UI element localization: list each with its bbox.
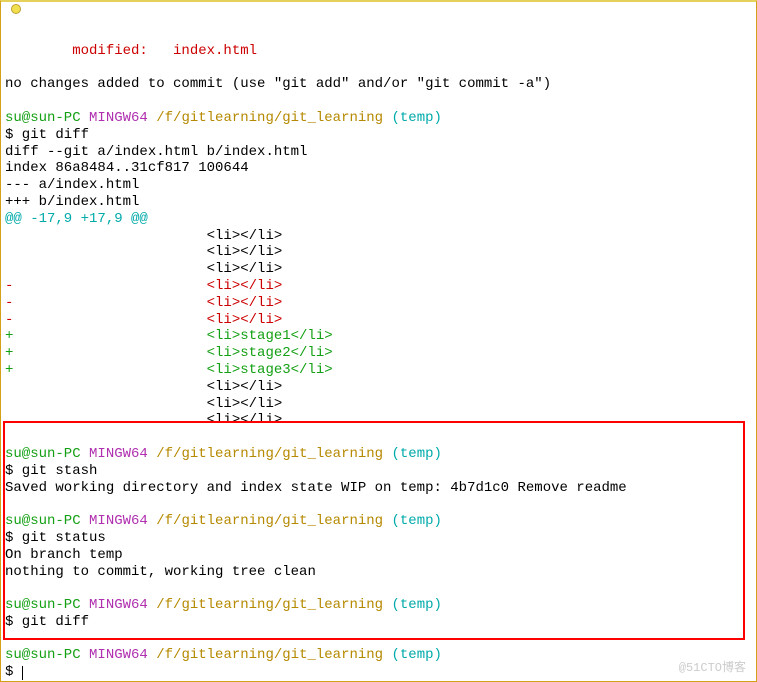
- add-line: + <li>stage1</li>: [5, 328, 333, 344]
- watermark: @51CTO博客: [679, 661, 746, 675]
- prompt-host: MINGW64: [81, 597, 148, 613]
- del-line: - <li></li>: [5, 312, 282, 328]
- add-line: + <li>stage2</li>: [5, 345, 333, 361]
- ctx: <li></li>: [5, 412, 282, 428]
- prompt-branch: (temp): [383, 597, 442, 613]
- prompt-user: su@sun-PC: [5, 513, 81, 529]
- cmd-git-stash: $ git stash: [5, 463, 97, 479]
- stash-output: Saved working directory and index state …: [5, 480, 627, 496]
- diff-file-hdr: diff --git a/index.html b/index.html: [5, 144, 307, 160]
- cursor[interactable]: [22, 666, 23, 680]
- ctx: <li></li>: [5, 244, 282, 260]
- no-changes-line: no changes added to commit (use "git add…: [5, 76, 551, 92]
- prompt-path: /f/gitlearning/git_learning: [148, 446, 383, 462]
- diff-index-hdr: index 86a8484..31cf817 100644: [5, 160, 249, 176]
- cmd-git-status: $ git status: [5, 530, 106, 546]
- prompt-path: /f/gitlearning/git_learning: [148, 647, 383, 663]
- ctx: <li></li>: [5, 228, 282, 244]
- cmd-git-diff: $ git diff: [5, 127, 89, 143]
- prompt-branch: (temp): [383, 446, 442, 462]
- prompt-user: su@sun-PC: [5, 647, 81, 663]
- del-line: - <li></li>: [5, 295, 282, 311]
- window-frame: modified: index.html no changes added to…: [0, 0, 757, 682]
- prompt-user: su@sun-PC: [5, 597, 81, 613]
- ctx: <li></li>: [5, 379, 282, 395]
- prompt-branch: (temp): [383, 110, 442, 126]
- prompt-host: MINGW64: [81, 647, 148, 663]
- status-clean: nothing to commit, working tree clean: [5, 564, 316, 580]
- ctx: <li></li>: [5, 261, 282, 277]
- modified-line: modified: index.html: [5, 43, 257, 59]
- diff-minus-hdr: --- a/index.html: [5, 177, 139, 193]
- prompt-host: MINGW64: [81, 513, 148, 529]
- tab-indicator: [11, 4, 21, 14]
- diff-plus-hdr: +++ b/index.html: [5, 194, 139, 210]
- ctx: <li></li>: [5, 396, 282, 412]
- prompt-path: /f/gitlearning/git_learning: [148, 110, 383, 126]
- prompt-path: /f/gitlearning/git_learning: [148, 513, 383, 529]
- status-branch: On branch temp: [5, 547, 123, 563]
- del-line: - <li></li>: [5, 278, 282, 294]
- prompt-branch: (temp): [383, 647, 442, 663]
- prompt-branch: (temp): [383, 513, 442, 529]
- cmd-git-diff: $ git diff: [5, 614, 89, 630]
- prompt-user: su@sun-PC: [5, 110, 81, 126]
- prompt-host: MINGW64: [81, 446, 148, 462]
- add-line: + <li>stage3</li>: [5, 362, 333, 378]
- hunk-header: @@ -17,9 +17,9 @@: [5, 211, 148, 227]
- terminal-area[interactable]: modified: index.html no changes added to…: [5, 26, 752, 677]
- prompt-host: MINGW64: [81, 110, 148, 126]
- prompt-user: su@sun-PC: [5, 446, 81, 462]
- prompt-dollar: $: [5, 664, 13, 680]
- prompt-path: /f/gitlearning/git_learning: [148, 597, 383, 613]
